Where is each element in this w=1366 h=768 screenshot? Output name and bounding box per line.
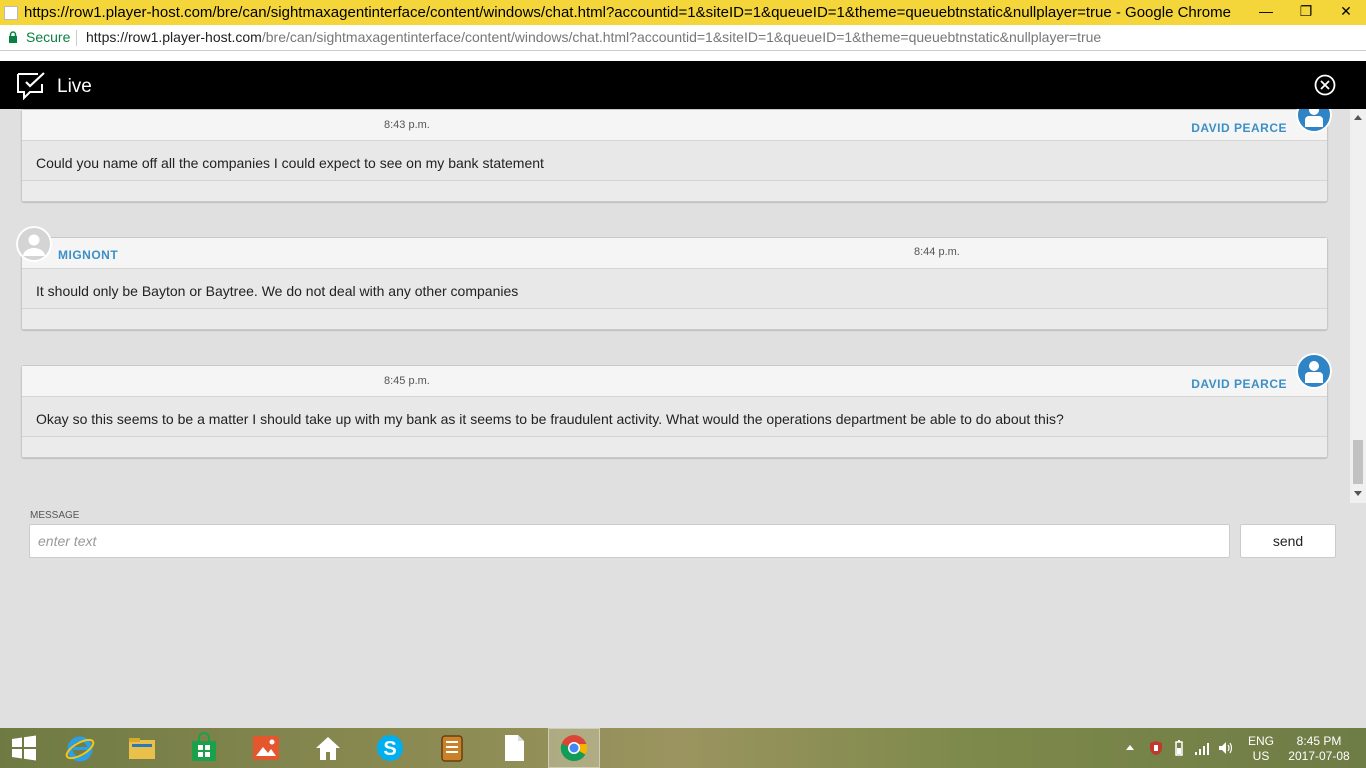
- message-header: 8:45 p.m. DAVID PEARCE: [22, 366, 1327, 397]
- home-icon[interactable]: [312, 732, 344, 764]
- message-text: It should only be Bayton or Baytree. We …: [22, 269, 1327, 309]
- address-bar[interactable]: Secure https://row1.player-host.com/bre/…: [0, 25, 1366, 51]
- message-label: MESSAGE: [30, 510, 80, 521]
- message-time: 8:45 p.m.: [384, 375, 430, 387]
- page-icon: [4, 6, 18, 20]
- restore-icon[interactable]: ❐: [1286, 0, 1326, 25]
- blank-document-icon[interactable]: [498, 732, 530, 764]
- scroll-down-icon[interactable]: [1354, 491, 1362, 496]
- message-time: 8:44 p.m.: [914, 246, 960, 258]
- message-header: 8:43 p.m. DAVID PEARCE: [22, 110, 1327, 141]
- chat-check-icon: [17, 72, 45, 100]
- url-host: https://row1.player-host.com: [86, 29, 262, 45]
- chat-transcript[interactable]: 8:43 p.m. DAVID PEARCE Could you name of…: [0, 109, 1366, 503]
- svg-text:S: S: [383, 738, 396, 760]
- clock-date: 2017-07-08: [1288, 749, 1350, 763]
- store-icon[interactable]: [188, 732, 220, 764]
- notes-icon[interactable]: [436, 732, 468, 764]
- language-code: ENG: [1248, 734, 1275, 748]
- url-text[interactable]: https://row1.player-host.com/bre/can/sig…: [86, 25, 1101, 50]
- message-author: DAVID PEARCE: [1191, 121, 1287, 135]
- message-footer: [22, 309, 1327, 329]
- chat-message: 8:45 p.m. DAVID PEARCE Okay so this seem…: [21, 365, 1328, 458]
- customer-avatar: [1296, 353, 1332, 389]
- skype-icon[interactable]: S: [374, 732, 406, 764]
- divider: [76, 30, 77, 46]
- chat-header: Live: [0, 61, 1366, 109]
- chat-scrollbar[interactable]: [1350, 109, 1366, 503]
- close-icon[interactable]: [1314, 74, 1336, 96]
- file-explorer-icon[interactable]: [126, 732, 158, 764]
- minimize-icon[interactable]: —: [1246, 0, 1286, 25]
- message-text: Okay so this seems to be a matter I shou…: [22, 397, 1327, 437]
- language-indicator[interactable]: ENG US: [1248, 734, 1274, 764]
- scroll-thumb[interactable]: [1353, 440, 1363, 484]
- taskbar: S ENG US 8:45 PM 2017-07-08: [0, 728, 1366, 768]
- clock-time: 8:45 PM: [1296, 734, 1342, 748]
- message-footer: [22, 181, 1327, 201]
- page-top-spacer: [0, 51, 1366, 61]
- message-input[interactable]: [29, 524, 1230, 558]
- message-footer: [22, 437, 1327, 457]
- chrome-icon[interactable]: [558, 732, 590, 764]
- url-path: /bre/can/sightmaxagentinterface/content/…: [261, 29, 1102, 45]
- message-time: 8:43 p.m.: [384, 119, 430, 131]
- message-header: MIGNONT 8:44 p.m.: [22, 238, 1327, 269]
- lock-icon: [9, 31, 17, 43]
- internet-explorer-icon[interactable]: [64, 732, 96, 764]
- windows-start-icon[interactable]: [8, 732, 40, 764]
- chat-title: Live: [57, 76, 92, 97]
- chat-message: MIGNONT 8:44 p.m. It should only be Bayt…: [21, 237, 1328, 330]
- volume-icon[interactable]: [1218, 740, 1234, 756]
- window-controls: — ❐ ✕: [1246, 0, 1366, 25]
- photos-icon[interactable]: [250, 732, 282, 764]
- message-text: Could you name off all the companies I c…: [22, 141, 1327, 181]
- agent-avatar: [16, 226, 52, 262]
- close-window-icon[interactable]: ✕: [1326, 0, 1366, 25]
- network-signal-icon[interactable]: [1194, 740, 1210, 756]
- message-author: DAVID PEARCE: [1191, 377, 1287, 391]
- secure-label[interactable]: Secure: [26, 25, 70, 50]
- security-shield-icon[interactable]: [1148, 740, 1164, 756]
- browser-title-bar: https://row1.player-host.com/bre/can/sig…: [0, 0, 1366, 25]
- scroll-up-icon[interactable]: [1354, 115, 1362, 120]
- chat-message: 8:43 p.m. DAVID PEARCE Could you name of…: [21, 109, 1328, 202]
- send-button[interactable]: send: [1240, 524, 1336, 558]
- message-author: MIGNONT: [58, 248, 119, 262]
- keyboard-region: US: [1252, 749, 1270, 763]
- battery-icon[interactable]: [1172, 740, 1186, 756]
- window-title: https://row1.player-host.com/bre/can/sig…: [24, 4, 1231, 21]
- tray-expand-icon[interactable]: [1126, 744, 1134, 750]
- clock[interactable]: 8:45 PM 2017-07-08: [1286, 734, 1352, 764]
